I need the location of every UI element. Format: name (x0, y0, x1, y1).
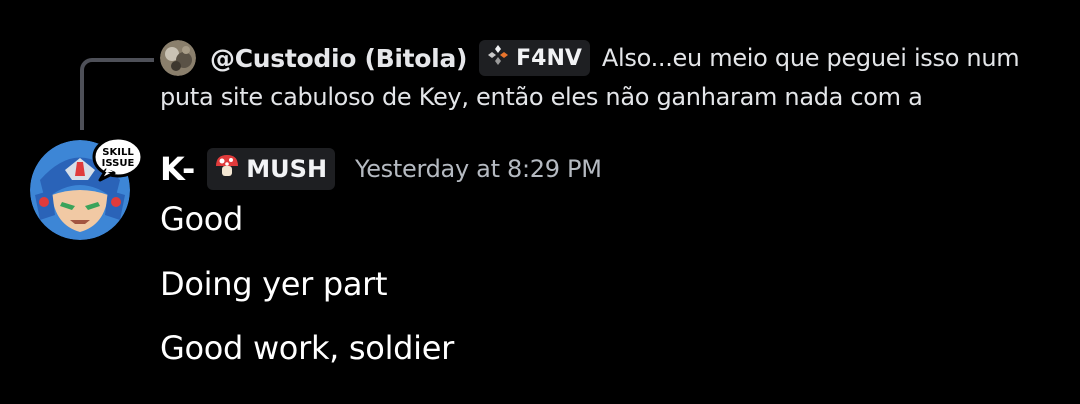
message-timestamp[interactable]: Yesterday at 8:29 PM (355, 155, 602, 183)
reply-avatar[interactable] (160, 40, 196, 76)
reply-tag-label: F4NV (516, 45, 582, 71)
skill-issue-line1: SKILL (102, 147, 134, 158)
four-diamond-icon (486, 43, 510, 73)
reply-author-tag[interactable]: F4NV (479, 40, 590, 76)
message-line-3[interactable]: Good work, soldier (160, 329, 454, 367)
reply-spine (80, 58, 154, 130)
user-tag-label: MUSH (246, 155, 328, 183)
user-avatar[interactable]: SKILL ISSUE (30, 136, 144, 240)
reply-preview-text[interactable]: Also...eu meio que peguei isso num (602, 44, 1020, 72)
reply-preview-continuation[interactable]: puta site cabuloso de Key, então eles nã… (160, 83, 923, 111)
user-tag[interactable]: MUSH (207, 148, 336, 190)
reply-avatar-image (160, 40, 196, 76)
message-header: K- MUSH Yesterday at 8:29 PM (160, 146, 602, 192)
skill-issue-badge: SKILL ISSUE (92, 136, 144, 182)
reply-author-name[interactable]: @Custodio (Bitola) (210, 44, 467, 73)
mushroom-icon (214, 153, 240, 185)
reply-header: @Custodio (Bitola) F4NV Also...eu meio q… (210, 38, 1020, 78)
skill-issue-line2: ISSUE (102, 158, 135, 169)
message-line-1[interactable]: Good (160, 200, 243, 238)
username[interactable]: K- (160, 150, 195, 188)
message-line-2[interactable]: Doing yer part (160, 265, 388, 303)
